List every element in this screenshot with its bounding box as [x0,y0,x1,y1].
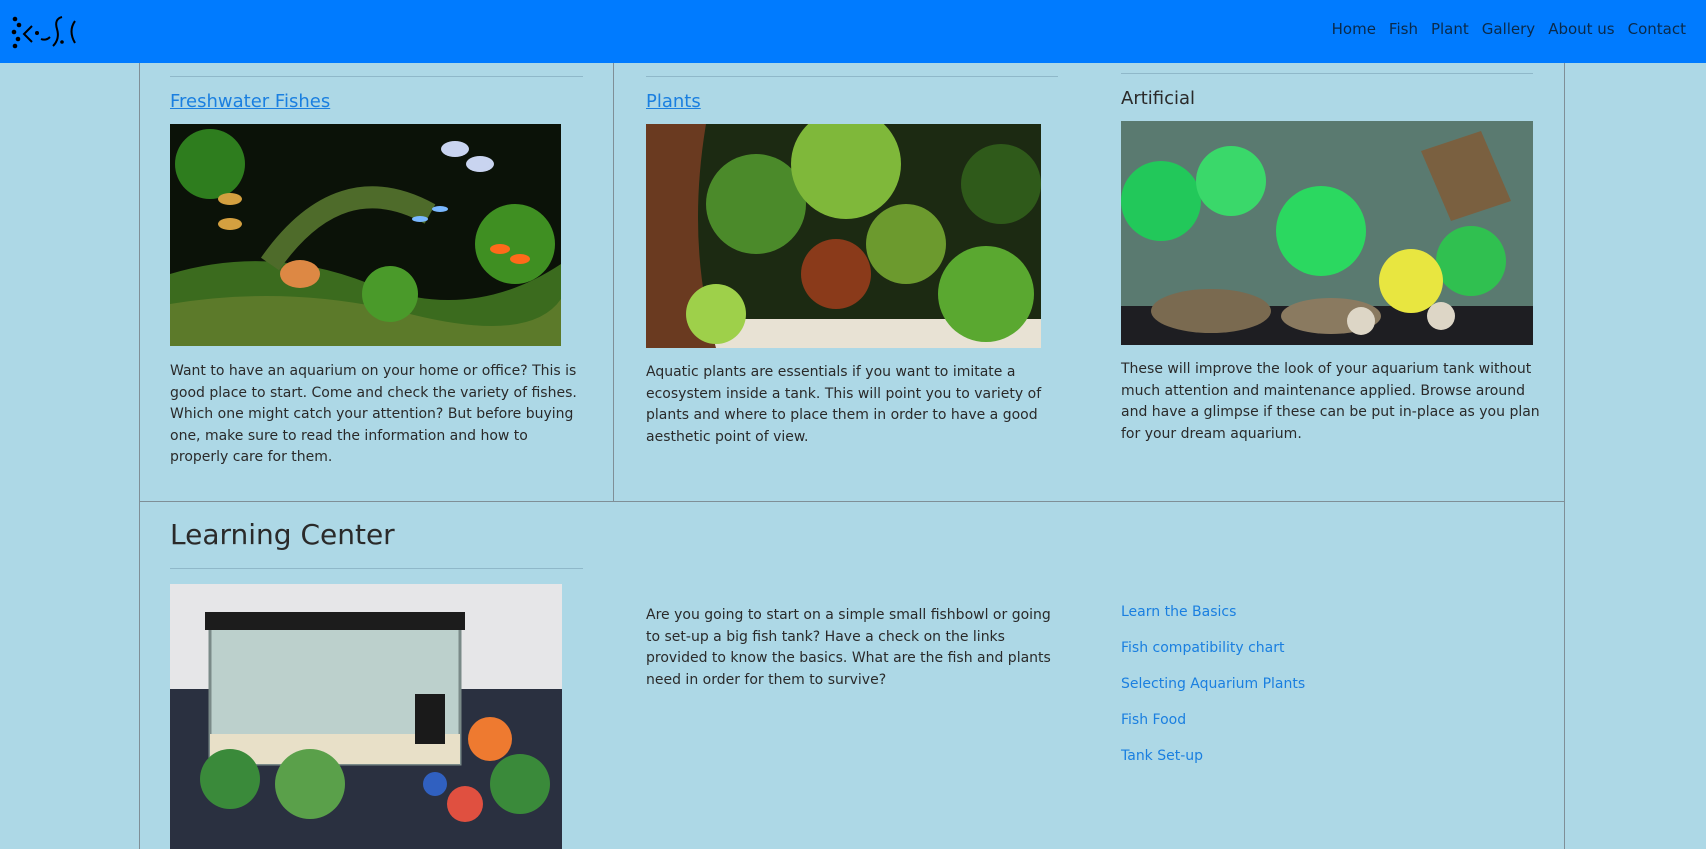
nav-link-home[interactable]: Home [1332,20,1376,38]
link-fish-food[interactable]: Fish Food [1121,712,1305,748]
nav-link-plant[interactable]: Plant [1431,20,1469,38]
link-selecting-aquarium-plants[interactable]: Selecting Aquarium Plants [1121,676,1305,712]
section-divider [170,568,583,569]
learning-links: Learn the Basics Fish compatibility char… [1121,604,1305,784]
card-divider [170,76,583,77]
freshwater-fish-image[interactable] [170,124,561,346]
nav-link-contact[interactable]: Contact [1628,20,1686,38]
card-divider [646,76,1058,77]
card-title-plants[interactable]: Plants [646,91,701,112]
card-text-plants: Aquatic plants are essentials if you wan… [646,364,1042,445]
fish-tank-image[interactable] [170,584,562,849]
link-learn-the-basics[interactable]: Learn the Basics [1121,604,1305,640]
nav-link-gallery[interactable]: Gallery [1482,20,1535,38]
card-text-artificial: These will improve the look of your aqua… [1121,361,1540,442]
column-divider [613,63,614,502]
link-tank-set-up[interactable]: Tank Set-up [1121,748,1305,784]
row-divider [139,501,1565,502]
nav-link-about-us[interactable]: About us [1548,20,1614,38]
nav-link-fish[interactable]: Fish [1389,20,1418,38]
learning-center-text: Are you going to start on a simple small… [646,607,1051,688]
navbar: Home Fish Plant Gallery About us Contact [0,0,1706,63]
fish-logo-icon[interactable] [10,11,80,51]
card-text-freshwater-fishes: Want to have an aquarium on your home or… [170,363,577,466]
link-fish-compatibility-chart[interactable]: Fish compatibility chart [1121,640,1305,676]
learning-center-title: Learning Center [170,518,395,551]
card-title-freshwater-fishes[interactable]: Freshwater Fishes [170,91,330,112]
nav-links: Home Fish Plant Gallery About us Contact [1332,20,1686,38]
artificial-decor-image[interactable] [1121,121,1533,345]
plants-image[interactable] [646,124,1041,348]
card-divider [1121,73,1533,74]
card-title-artificial: Artificial [1121,88,1196,109]
